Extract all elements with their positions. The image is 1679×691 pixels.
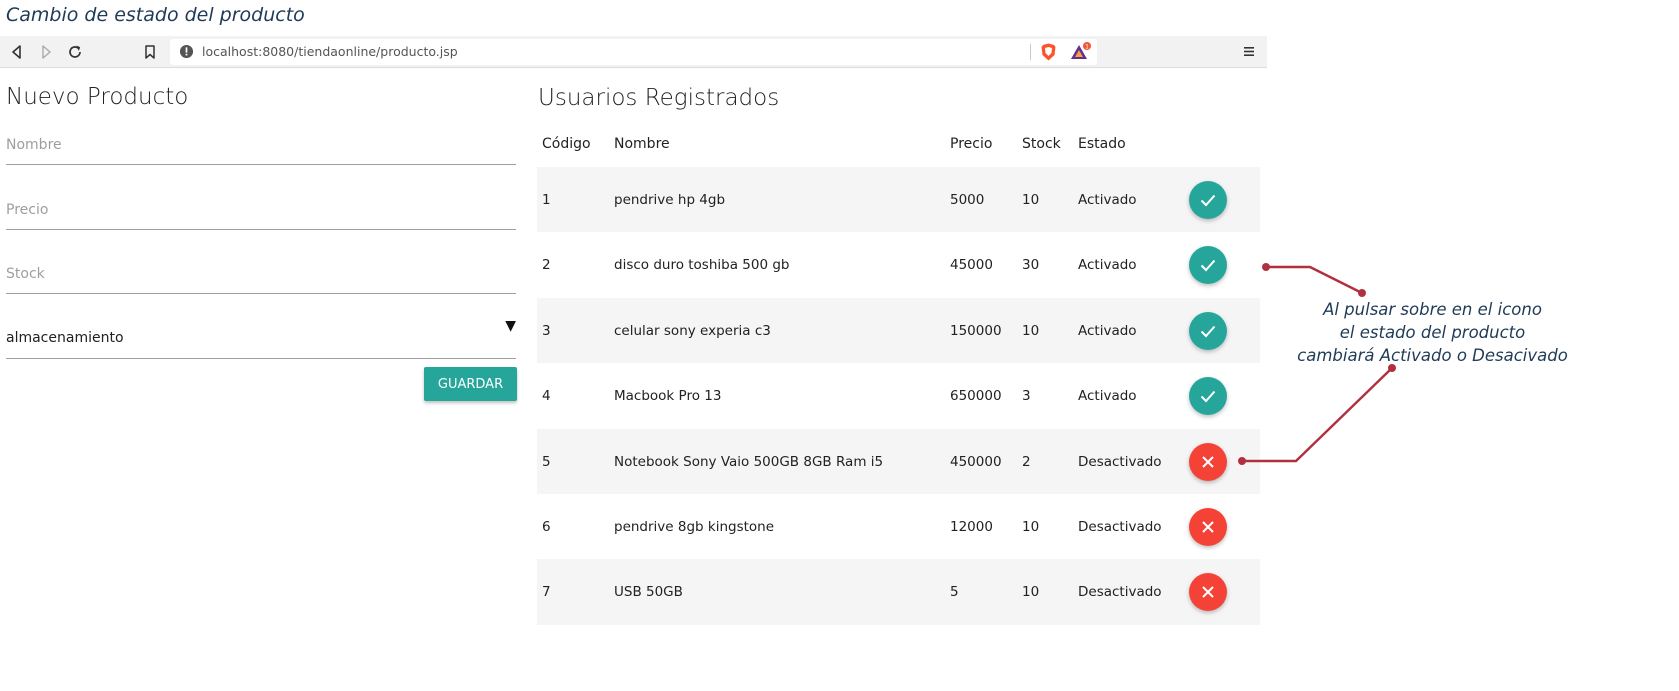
toggle-status-button[interactable]	[1189, 181, 1227, 219]
table-header-row: Código Nombre Precio Stock Estado	[537, 126, 1260, 166]
nombre-input[interactable]	[6, 125, 516, 165]
cell-nombre: Macbook Pro 13	[614, 388, 722, 405]
cell-nombre: USB 50GB	[614, 584, 683, 601]
cell-precio: 45000	[950, 257, 993, 274]
brave-shields-icon[interactable]	[1040, 43, 1057, 61]
cell-precio: 12000	[950, 518, 993, 535]
form-title: Nuevo Producto	[6, 84, 189, 110]
table-row: 3 celular sony experia c3 150000 10 Acti…	[537, 297, 1260, 364]
table-row: 2 disco duro toshiba 500 gb 45000 30 Act…	[537, 232, 1260, 297]
toggle-status-button[interactable]	[1189, 442, 1227, 481]
header-codigo: Código	[542, 136, 591, 152]
caption-title: Cambio de estado del producto	[6, 4, 305, 26]
annotation-line-top	[1262, 263, 1366, 297]
annotation-line-2: el estado del producto	[1339, 323, 1526, 342]
cell-estado: Desactivado	[1078, 518, 1162, 535]
categoria-select[interactable]: almacenamiento ▼	[6, 318, 516, 359]
categoria-select-value: almacenamiento	[6, 330, 124, 346]
check-icon	[1200, 194, 1216, 207]
cell-estado: Activado	[1078, 322, 1137, 339]
cell-codigo: 3	[542, 322, 551, 339]
products-table-body: 1 pendrive hp 4gb 5000 10 Activado 2 dis…	[537, 167, 1260, 625]
cell-codigo: 1	[542, 192, 551, 208]
cell-codigo: 7	[542, 584, 551, 601]
cell-stock: 10	[1022, 518, 1040, 535]
close-icon	[1202, 455, 1214, 468]
url-text[interactable]: localhost:8080/tiendaonline/producto.jsp	[202, 44, 458, 59]
dropdown-arrow-icon[interactable]: ▼	[505, 318, 516, 334]
brave-rewards-icon[interactable]: 1	[1070, 42, 1092, 62]
address-bar-divider	[1030, 44, 1031, 60]
stock-input[interactable]	[6, 254, 516, 294]
bookmark-icon[interactable]	[141, 43, 159, 61]
cell-precio: 150000	[950, 322, 1002, 339]
cell-estado: Activado	[1078, 388, 1137, 405]
cell-nombre: Notebook Sony Vaio 500GB 8GB Ram i5	[614, 453, 884, 470]
toggle-status-button[interactable]	[1189, 311, 1227, 350]
guardar-button[interactable]: GUARDAR	[424, 367, 517, 401]
close-icon	[1202, 586, 1214, 599]
cell-codigo: 5	[542, 453, 551, 470]
annotation-text: Al pulsar sobre en el icono el estado de…	[1290, 298, 1575, 367]
cell-codigo: 6	[542, 518, 551, 535]
table-row: 5 Notebook Sony Vaio 500GB 8GB Ram i5 45…	[537, 428, 1260, 494]
cell-nombre: pendrive 8gb kingstone	[614, 518, 775, 535]
table-row: 7 USB 50GB 5 10 Desactivado	[537, 559, 1260, 625]
toggle-status-button[interactable]	[1189, 573, 1227, 612]
cell-nombre: celular sony experia c3	[614, 322, 771, 339]
cell-precio: 5	[950, 584, 959, 601]
cell-stock: 10	[1022, 322, 1040, 339]
browser-toolbar: localhost:8080/tiendaonline/producto.jsp…	[0, 36, 1267, 68]
hamburger-menu-icon[interactable]	[1243, 45, 1255, 58]
cell-precio: 450000	[950, 453, 1002, 470]
table-row: 6 pendrive 8gb kingstone 12000 10 Desact…	[537, 494, 1260, 559]
cell-stock: 2	[1022, 453, 1031, 470]
cell-estado: Activado	[1078, 192, 1137, 208]
cell-precio: 650000	[950, 388, 1002, 405]
cell-stock: 30	[1022, 257, 1040, 274]
toggle-status-button[interactable]	[1189, 246, 1227, 285]
site-info-icon[interactable]	[179, 44, 194, 59]
table-row: 1 pendrive hp 4gb 5000 10 Activado	[537, 167, 1260, 233]
cell-stock: 3	[1022, 388, 1031, 405]
check-icon	[1200, 260, 1216, 272]
forward-icon[interactable]	[37, 43, 55, 61]
reload-icon[interactable]	[66, 43, 84, 61]
header-stock: Stock	[1022, 136, 1061, 152]
table-title: Usuarios Registrados	[538, 85, 780, 111]
back-icon[interactable]	[8, 43, 26, 61]
cell-stock: 10	[1022, 584, 1040, 601]
header-estado: Estado	[1078, 136, 1126, 152]
cell-estado: Activado	[1078, 257, 1137, 274]
annotation-line-bottom	[1238, 364, 1396, 465]
table-row: 4 Macbook Pro 13 650000 3 Activado	[537, 363, 1260, 428]
annotation-line-3: cambiará Activado o Desacivado	[1297, 346, 1568, 365]
header-precio: Precio	[950, 136, 993, 152]
cell-estado: Desactivado	[1078, 453, 1162, 470]
precio-input[interactable]	[6, 190, 516, 230]
check-icon	[1200, 391, 1216, 403]
cell-stock: 10	[1022, 192, 1040, 208]
rewards-badge: 1	[1085, 43, 1089, 50]
toggle-status-button[interactable]	[1189, 507, 1227, 546]
close-icon	[1202, 521, 1214, 533]
cell-precio: 5000	[950, 192, 985, 208]
cell-estado: Desactivado	[1078, 584, 1162, 601]
cell-nombre: pendrive hp 4gb	[614, 192, 726, 208]
annotation-line-1: Al pulsar sobre en el icono	[1323, 300, 1542, 319]
toggle-status-button[interactable]	[1189, 377, 1227, 416]
cell-nombre: disco duro toshiba 500 gb	[614, 257, 790, 274]
header-nombre: Nombre	[614, 136, 670, 152]
check-icon	[1200, 325, 1216, 338]
cell-codigo: 2	[542, 257, 551, 274]
address-bar[interactable]: localhost:8080/tiendaonline/producto.jsp…	[170, 39, 1097, 65]
cell-codigo: 4	[542, 388, 551, 405]
